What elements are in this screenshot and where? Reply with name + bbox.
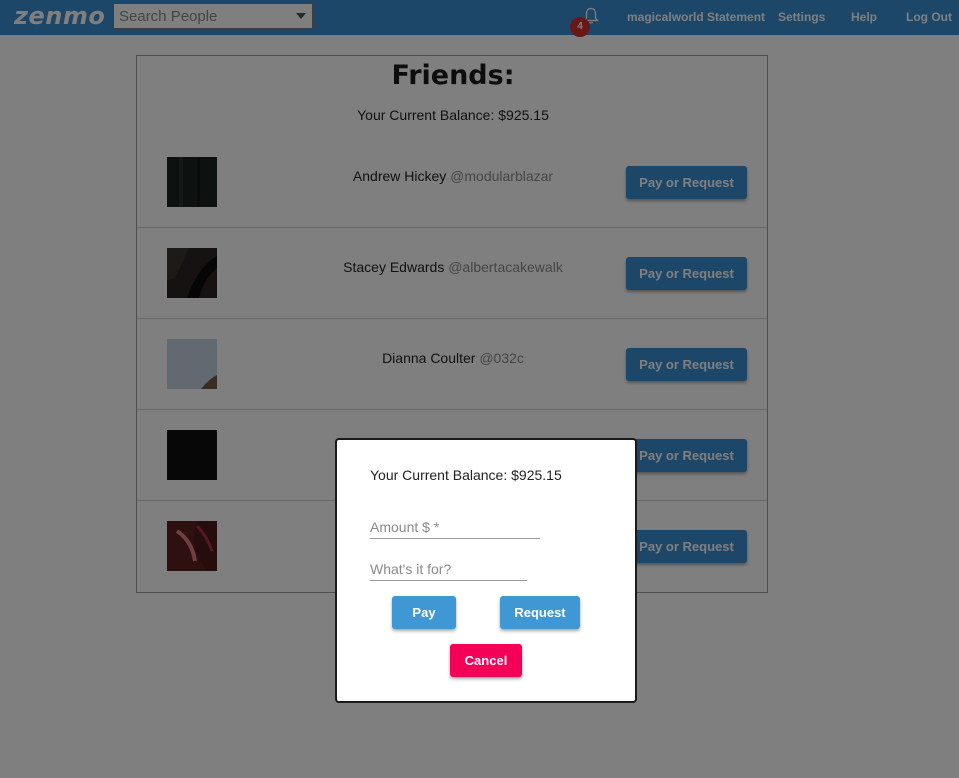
note-input[interactable] <box>370 558 527 580</box>
note-field[interactable] <box>370 558 527 581</box>
amount-input[interactable] <box>370 516 540 538</box>
payment-dialog: Your Current Balance: $925.15 Pay Reques… <box>335 438 637 703</box>
amount-field[interactable] <box>370 516 540 539</box>
request-button[interactable]: Request <box>500 596 580 629</box>
dialog-balance: Your Current Balance: $925.15 <box>370 467 562 483</box>
pay-button[interactable]: Pay <box>392 596 456 629</box>
cancel-button[interactable]: Cancel <box>450 644 522 677</box>
